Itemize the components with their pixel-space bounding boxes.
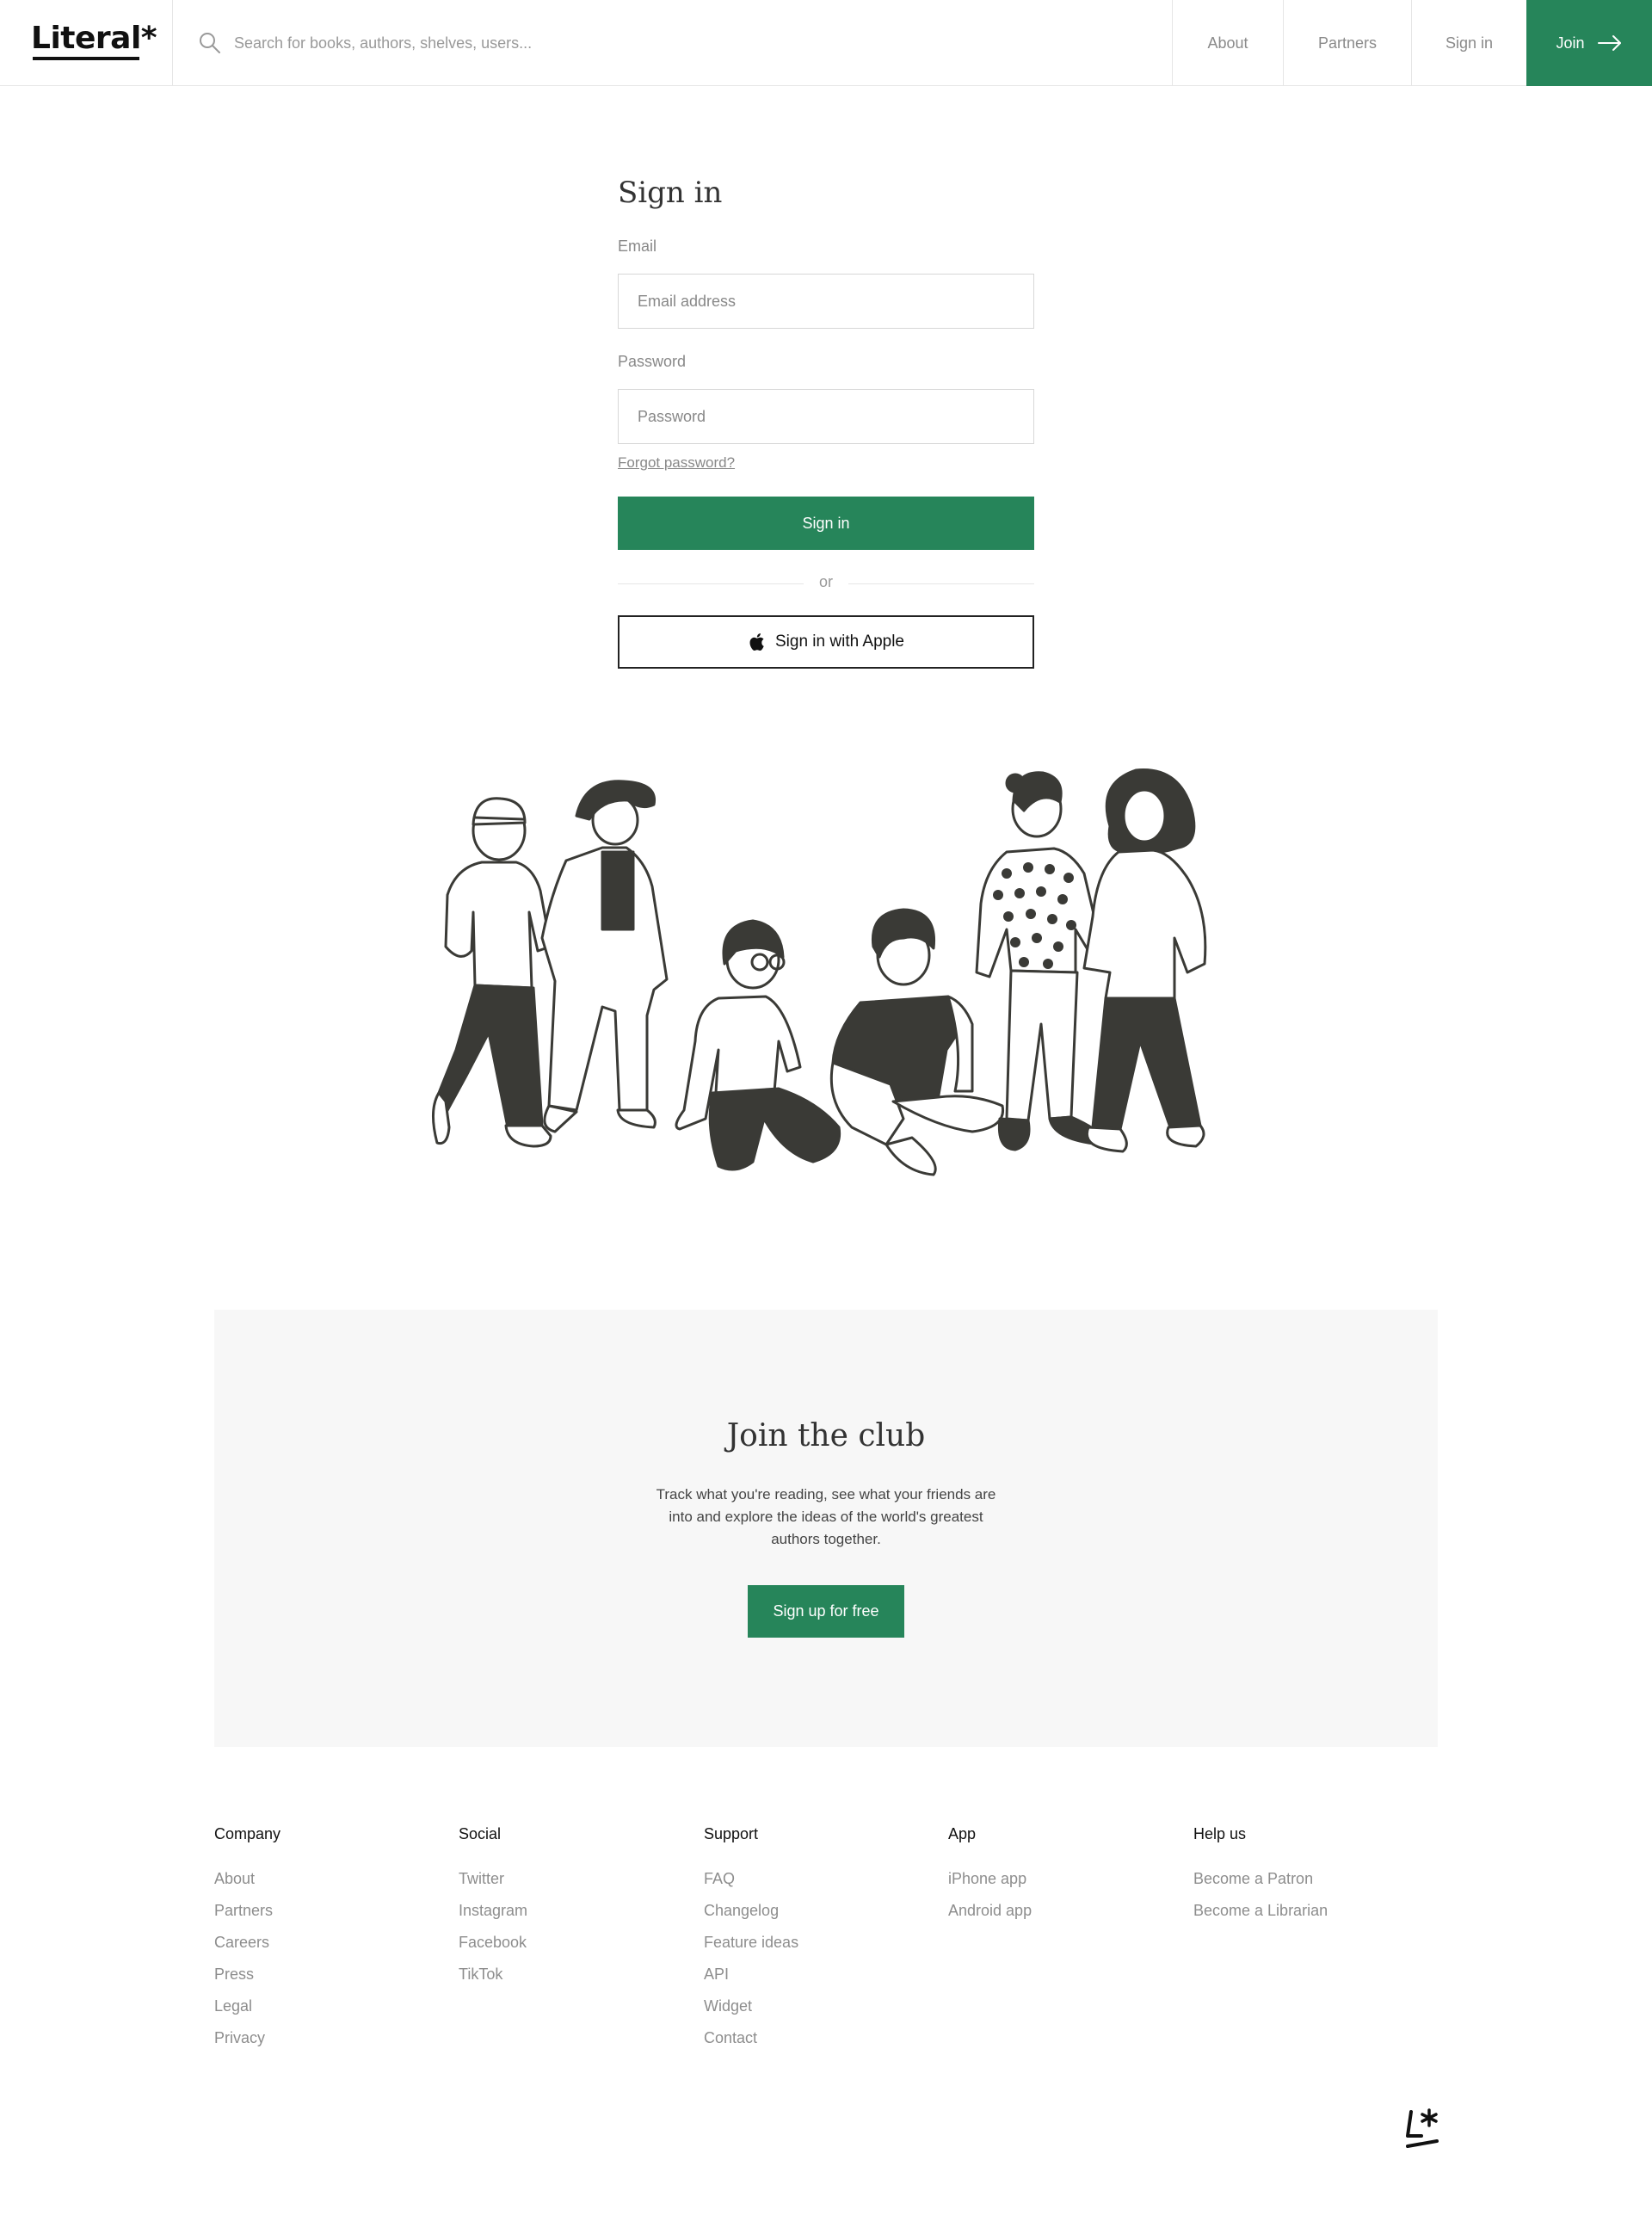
nav-partners[interactable]: Partners	[1283, 0, 1411, 86]
footer-column-social: Social Twitter Instagram Facebook TikTok	[459, 1823, 682, 1995]
footer-link-iphone-app[interactable]: iPhone app	[948, 1867, 1172, 1899]
footer-link-faq[interactable]: FAQ	[704, 1867, 928, 1899]
search-icon	[200, 33, 220, 53]
sign-in-with-apple-button[interactable]: Sign in with Apple	[618, 615, 1034, 669]
person-polka-dot	[975, 771, 1105, 1151]
footer-column-help-us: Help us Become a Patron Become a Librari…	[1193, 1823, 1417, 1931]
footer-link-tiktok[interactable]: TikTok	[459, 1963, 682, 1995]
logo[interactable]: Literal*	[0, 0, 173, 86]
logo-mark-icon	[1406, 2108, 1439, 2148]
footer-heading: Social	[459, 1825, 502, 1842]
email-label: Email	[618, 238, 657, 255]
person-hat	[540, 780, 669, 1133]
footer-link-press[interactable]: Press	[214, 1963, 438, 1995]
top-header: Literal* About Partners Sign in Join	[0, 0, 1652, 86]
footer-heading: App	[948, 1825, 977, 1842]
join-club-panel: Join the club Track what you're reading,…	[214, 1310, 1438, 1747]
footer-link-become-patron[interactable]: Become a Patron	[1193, 1867, 1417, 1899]
password-label: Password	[618, 353, 687, 370]
apple-icon	[749, 633, 764, 651]
footer-link-api[interactable]: API	[704, 1963, 928, 1995]
footer-column-app: App iPhone app Android app	[948, 1823, 1172, 1931]
join-label: Join	[1556, 34, 1585, 52]
footer-link-instagram[interactable]: Instagram	[459, 1899, 682, 1931]
logo-text: Literal*	[31, 21, 157, 56]
footer-link-careers[interactable]: Careers	[214, 1931, 438, 1963]
logo-underline	[33, 57, 139, 60]
footer-column-support: Support FAQ Changelog Feature ideas API …	[704, 1823, 928, 2058]
people-illustration	[432, 768, 1207, 1176]
sign-up-button[interactable]: Sign up for free	[748, 1585, 904, 1638]
nav-sign-in[interactable]: Sign in	[1411, 0, 1526, 86]
footer-link-partners[interactable]: Partners	[214, 1899, 438, 1931]
join-button[interactable]: Join	[1526, 0, 1652, 86]
footer-link-become-librarian[interactable]: Become a Librarian	[1193, 1899, 1417, 1931]
footer-link-facebook[interactable]: Facebook	[459, 1931, 682, 1963]
search-input[interactable]	[234, 26, 733, 60]
footer-column-company: Company About Partners Careers Press Leg…	[214, 1823, 438, 2058]
footer-link-android-app[interactable]: Android app	[948, 1899, 1172, 1931]
footer-link-feature-ideas[interactable]: Feature ideas	[704, 1931, 928, 1963]
nav-about[interactable]: About	[1172, 0, 1283, 86]
apple-button-label: Sign in with Apple	[775, 633, 904, 651]
footer-link-twitter[interactable]: Twitter	[459, 1867, 682, 1899]
divider-text: or	[818, 573, 833, 590]
footer-link-about[interactable]: About	[214, 1867, 438, 1899]
sign-in-button[interactable]: Sign in	[618, 497, 1034, 550]
footer-link-widget[interactable]: Widget	[704, 1995, 928, 2027]
club-title: Join the club	[726, 1418, 926, 1453]
page-title: Sign in	[618, 176, 723, 210]
footer-link-changelog[interactable]: Changelog	[704, 1899, 928, 1931]
footer-heading: Company	[214, 1825, 281, 1842]
footer-link-legal[interactable]: Legal	[214, 1995, 438, 2027]
divider-line-right	[848, 583, 1034, 584]
forgot-password-link[interactable]: Forgot password?	[618, 454, 735, 472]
person-glasses	[675, 919, 841, 1171]
person-big-hair	[1082, 768, 1207, 1153]
club-description: Track what you're reading, see what your…	[656, 1486, 996, 1547]
arrow-right-icon	[1597, 35, 1621, 51]
password-field[interactable]	[618, 389, 1034, 444]
person-beanie	[432, 797, 552, 1148]
footer-link-contact[interactable]: Contact	[704, 2027, 928, 2058]
footer-heading: Help us	[1193, 1825, 1247, 1842]
or-divider: or	[618, 573, 1034, 594]
footer-link-privacy[interactable]: Privacy	[214, 2027, 438, 2058]
footer-heading: Support	[704, 1825, 759, 1842]
email-field[interactable]	[618, 274, 1034, 329]
